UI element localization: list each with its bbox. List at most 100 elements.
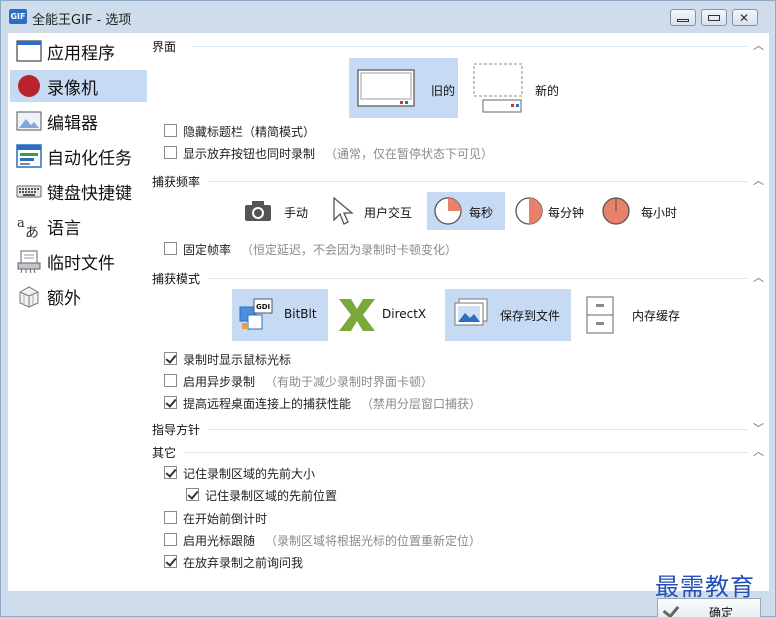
remember-position-checkbox[interactable] <box>186 488 199 501</box>
title-bar: GIF 全能王GIF - 选项 ✕ <box>1 1 775 33</box>
section-interface-header[interactable]: 界面 ︿ <box>152 37 766 55</box>
section-other-header[interactable]: 其它 ︿ <box>152 443 766 461</box>
extras-cube-icon <box>19 286 39 308</box>
section-title: 捕获频率 <box>152 173 205 190</box>
show-cursor-checkbox[interactable] <box>164 352 177 365</box>
collapse-chevron-icon[interactable]: ︿ <box>753 443 764 459</box>
storage-label: 保存到文件 <box>500 309 561 323</box>
close-button[interactable]: ✕ <box>732 9 758 26</box>
sidebar-item-label: 编辑器 <box>47 114 98 134</box>
show-discard-checkbox[interactable] <box>164 146 177 159</box>
ok-button-label: 确定 <box>709 606 734 617</box>
style-old-option[interactable]: 旧的 <box>349 58 458 118</box>
collapse-chevron-icon[interactable]: ︿ <box>753 37 764 53</box>
svg-text:a: a <box>17 216 25 231</box>
sidebar-item-recorder[interactable]: 录像机 <box>10 70 147 102</box>
sidebar-item-editor[interactable]: 编辑器 <box>10 105 147 137</box>
option-hint: （录制区域将根据光标的位置重新定位） <box>265 534 482 548</box>
window-title: 全能王GIF - 选项 <box>32 13 132 28</box>
option-hint: （禁用分层窗口捕获） <box>361 397 482 411</box>
cursor-arrow-icon <box>333 196 354 225</box>
engine-directx-option[interactable]: DirectX <box>333 289 429 341</box>
option-hint: （恒定延迟，不会因为录制时卡顿变化） <box>241 243 458 257</box>
hide-titlebar-checkbox[interactable] <box>164 124 177 137</box>
options-client-area: 应用程序 录像机 编辑器 自动化任务 键盘快捷键 a あ 语言 临时文件 额外 … <box>8 33 769 591</box>
sidebar-item-language[interactable]: a あ 语言 <box>10 210 147 242</box>
options-window: GIF 全能王GIF - 选项 ✕ 应用程序 录像机 编辑器 自动化任务 键盘快… <box>0 0 776 617</box>
sidebar-item-label: 额外 <box>47 289 81 309</box>
frequency-per-minute-option[interactable]: 每分钟 <box>510 192 594 230</box>
sidebar-item-label: 语言 <box>47 219 81 239</box>
sidebar-item-temp-files[interactable]: 临时文件 <box>10 245 147 277</box>
sidebar-item-label: 临时文件 <box>47 254 115 274</box>
application-window-icon <box>16 40 42 62</box>
fixed-rate-checkbox[interactable] <box>164 242 177 255</box>
countdown-checkbox[interactable] <box>164 511 177 524</box>
frequency-label: 每秒 <box>469 206 494 220</box>
temp-files-icon <box>17 250 41 273</box>
option-label: 固定帧率 <box>183 243 232 257</box>
collapse-chevron-icon[interactable]: ︿ <box>753 172 764 188</box>
section-capture-mode-header[interactable]: 捕获模式 ︿ <box>152 269 766 287</box>
clock-full-icon <box>602 197 630 225</box>
frequency-label: 每分钟 <box>548 206 585 220</box>
sidebar-item-keyboard-shortcuts[interactable]: 键盘快捷键 <box>10 175 147 207</box>
maximize-button[interactable] <box>701 9 727 26</box>
app-gif-icon: GIF <box>9 9 27 24</box>
section-title: 指导方针 <box>152 421 205 438</box>
option-label: 提高远程桌面连接上的捕获性能 <box>183 397 352 411</box>
ok-button[interactable]: 确定 <box>657 598 761 617</box>
frequency-label: 每小时 <box>641 206 678 220</box>
expand-chevron-icon[interactable]: ﹀ <box>753 420 764 436</box>
frequency-per-hour-option[interactable]: 每小时 <box>597 192 681 230</box>
remember-size-checkbox[interactable] <box>164 466 177 479</box>
clock-quarter-icon <box>434 197 462 225</box>
section-title: 其它 <box>152 444 181 461</box>
sidebar-item-automation[interactable]: 自动化任务 <box>10 140 147 172</box>
storage-label: 内存缓存 <box>632 309 681 323</box>
option-label: 录制时显示鼠标光标 <box>183 353 292 367</box>
storage-memory-cache-option[interactable]: 内存缓存 <box>578 289 688 341</box>
section-capture-frequency-header[interactable]: 捕获频率 ︿ <box>152 172 766 190</box>
clock-half-icon <box>515 197 543 225</box>
sidebar-item-label: 应用程序 <box>47 44 115 64</box>
collapse-chevron-icon[interactable]: ︿ <box>753 269 764 285</box>
old-style-window-icon <box>357 69 415 107</box>
cursor-follow-checkbox[interactable] <box>164 533 177 546</box>
sidebar-item-application[interactable]: 应用程序 <box>10 35 147 67</box>
engine-label: BitBlt <box>284 307 317 321</box>
svg-text:GDI: GDI <box>256 303 270 311</box>
ask-before-discard-checkbox[interactable] <box>164 555 177 568</box>
checkmark-icon <box>662 601 680 617</box>
sidebar-item-extras[interactable]: 额外 <box>10 280 147 312</box>
frequency-interaction-option[interactable]: 用户交互 <box>328 192 418 230</box>
engine-bitblt-option[interactable]: GDI BitBlt <box>232 289 328 341</box>
automation-list-icon <box>16 144 42 168</box>
option-label: 隐藏标题栏（精简模式） <box>183 125 316 139</box>
minimize-button[interactable] <box>670 9 696 26</box>
frequency-manual-option[interactable]: 手动 <box>242 192 316 230</box>
recorder-icon <box>18 75 40 97</box>
new-style-window-icon <box>473 63 523 113</box>
option-hint: （通常，仅在暂停状态下可见） <box>325 147 494 161</box>
section-divider <box>184 452 748 453</box>
camera-icon <box>245 201 271 221</box>
section-title: 捕获模式 <box>152 270 205 287</box>
option-label: 显示放弃按钮也同时录制 <box>183 147 316 161</box>
option-label: 记住录制区域的先前大小 <box>183 467 316 481</box>
language-icon: a あ <box>17 216 39 238</box>
option-label: 启用异步录制 <box>183 375 256 389</box>
async-recording-checkbox[interactable] <box>164 374 177 387</box>
watermark-text: 最需教育 <box>655 573 755 601</box>
storage-save-to-file-option[interactable]: 保存到文件 <box>445 289 571 341</box>
sidebar-item-label: 自动化任务 <box>47 149 132 169</box>
engine-label: DirectX <box>382 307 427 321</box>
frequency-per-second-option[interactable]: 每秒 <box>427 192 505 230</box>
option-label: 在开始前倒计时 <box>183 512 268 526</box>
maximize-icon <box>708 15 720 21</box>
style-new-option[interactable]: 新的 <box>471 58 566 118</box>
remote-desktop-checkbox[interactable] <box>164 396 177 409</box>
style-new-label: 新的 <box>535 84 560 98</box>
frequency-label: 用户交互 <box>364 206 413 220</box>
section-guidelines-header[interactable]: 指导方针 ﹀ <box>152 420 766 438</box>
